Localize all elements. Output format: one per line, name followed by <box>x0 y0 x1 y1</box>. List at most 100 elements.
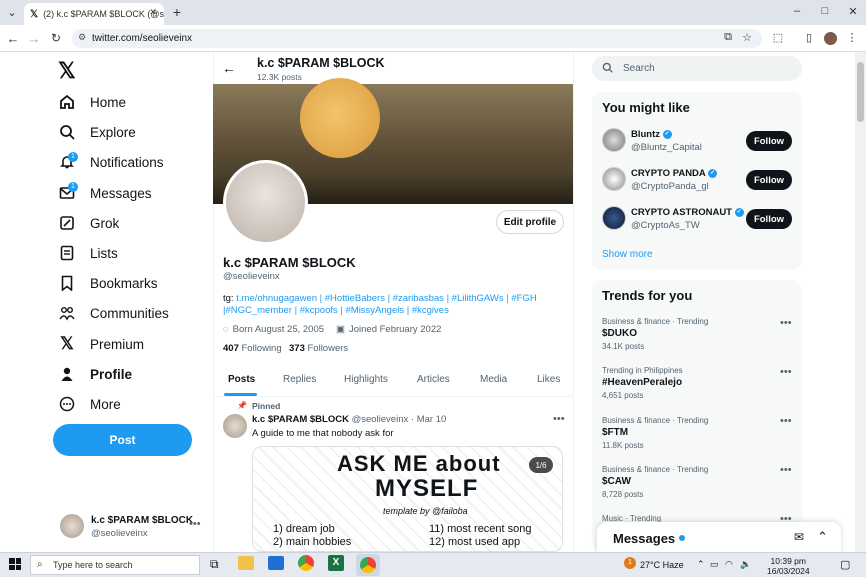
tab-media[interactable]: Media <box>480 374 507 392</box>
tweet-author-name[interactable]: k.c $PARAM $BLOCK <box>252 414 349 425</box>
back-icon[interactable]: ← <box>6 31 20 46</box>
mail-icon[interactable] <box>268 556 284 570</box>
edit-profile-button[interactable]: Edit profile <box>496 210 564 234</box>
suggestion-avatar[interactable] <box>602 128 626 152</box>
notification-center-icon[interactable]: ▢ <box>840 558 850 571</box>
sidebar-item-communities[interactable]: Communities <box>58 299 169 327</box>
tweet-menu-icon[interactable]: ••• <box>553 413 565 425</box>
account-menu-icon[interactable]: ••• <box>189 518 201 530</box>
suggestion-name[interactable]: CRYPTO ASTRONAUT ✓ <box>631 207 744 218</box>
taskbar-clock[interactable]: 10:39 pm 16/03/2024 <box>767 556 810 576</box>
trend-menu-icon[interactable]: ••• <box>780 464 792 476</box>
suggestion-avatar[interactable] <box>602 167 626 191</box>
sidebar-item-home[interactable]: Home <box>58 88 126 116</box>
sidebar-item-grok[interactable]: Grok <box>58 209 119 237</box>
sidebar-item-premium[interactable]: 𝕏 Premium <box>58 330 144 358</box>
sidebar-item-bookmarks[interactable]: Bookmarks <box>58 269 158 297</box>
tab-list-icon[interactable]: ⌄ <box>5 6 19 19</box>
bookmark-star-icon[interactable]: ☆ <box>740 31 754 44</box>
profile-avatar[interactable] <box>223 160 308 245</box>
tab-posts[interactable]: Posts <box>228 374 255 392</box>
messages-drawer[interactable]: Messages ✉ ⌃ <box>597 522 841 554</box>
suggestion-name-text: CRYPTO ASTRONAUT <box>631 207 732 218</box>
excel-icon[interactable]: X <box>328 555 344 571</box>
notifications-badge: 1 <box>68 152 78 162</box>
active-chrome-taskbar-item[interactable] <box>356 554 380 576</box>
x-logo-icon[interactable]: 𝕏 <box>58 58 80 83</box>
bio-links[interactable]: t.me/ohnugagawen | #HottieBabers | #zari… <box>236 293 536 304</box>
back-arrow-icon[interactable]: ← <box>222 60 236 76</box>
tweet-avatar[interactable] <box>223 414 247 438</box>
network-icon[interactable]: ▭ <box>710 559 719 570</box>
follow-button[interactable]: Follow <box>746 131 792 151</box>
suggestion-avatar[interactable] <box>602 206 626 230</box>
tab-close-icon[interactable]: ✕ <box>147 7 159 18</box>
volume-icon[interactable]: 🔈 <box>740 559 751 570</box>
trend-menu-icon[interactable]: ••• <box>780 415 792 427</box>
image-list-item: 2) main hobbies <box>273 536 352 548</box>
post-button[interactable]: Post <box>53 424 192 456</box>
browser-profile-avatar[interactable] <box>824 32 837 45</box>
new-message-icon[interactable]: ✉ <box>794 530 804 544</box>
file-explorer-icon[interactable] <box>238 556 254 570</box>
joined-text: Joined February 2022 <box>348 324 442 335</box>
tweet-date[interactable]: Mar 10 <box>417 414 447 425</box>
suggestion-name[interactable]: Bluntz ✓ <box>631 129 672 140</box>
tab-highlights[interactable]: Highlights <box>344 374 388 392</box>
suggestion-name[interactable]: CRYPTO PANDA ✓ <box>631 168 718 179</box>
sidebar-item-explore[interactable]: Explore <box>58 118 136 146</box>
sidebar-item-profile[interactable]: Profile <box>58 360 132 388</box>
profile-bio-line2[interactable]: |#NGC_member | #kcpoofs | #MissyAngels |… <box>223 305 449 316</box>
tweet-text: A guide to me that nobody ask for <box>252 428 394 439</box>
image-title-line1: ASK ME about <box>337 451 501 476</box>
tab-replies[interactable]: Replies <box>283 374 316 392</box>
maximize-button[interactable]: □ <box>818 5 832 17</box>
weather-text[interactable]: 27°C Haze <box>640 560 684 570</box>
extensions-icon[interactable]: ⬚ <box>771 31 785 44</box>
site-info-icon[interactable]: ⚙ <box>78 32 86 43</box>
install-icon[interactable]: ⧉ <box>721 31 735 44</box>
close-window-button[interactable]: ✕ <box>846 5 860 18</box>
taskbar-search-input[interactable]: ⌕ Type here to search <box>30 555 200 575</box>
trend-name[interactable]: $CAW <box>602 476 631 487</box>
new-tab-button[interactable]: + <box>170 4 184 20</box>
followers-link[interactable]: 373 Followers <box>289 343 348 354</box>
show-more-link[interactable]: Show more <box>602 249 653 260</box>
tweet-header: k.c $PARAM $BLOCK @seolieveinx · Mar 10 <box>252 414 446 425</box>
windows-start-icon[interactable] <box>9 558 21 570</box>
sidebar-item-label: Lists <box>90 245 118 261</box>
tab-likes[interactable]: Likes <box>537 374 560 392</box>
wifi-icon[interactable]: ◠ <box>725 559 733 570</box>
search-input[interactable]: Search <box>592 56 802 81</box>
browser-tab[interactable]: 𝕏 (2) k.c $PARAM $BLOCK (@seolieveinx) /… <box>24 3 164 25</box>
clock-date: 16/03/2024 <box>767 566 810 576</box>
chrome-icon[interactable] <box>298 555 314 571</box>
task-view-icon[interactable]: ⧉ <box>210 557 219 572</box>
forward-icon[interactable]: → <box>27 31 41 46</box>
side-panel-icon[interactable]: ▯ <box>802 31 816 44</box>
follow-button[interactable]: Follow <box>746 209 792 229</box>
minimize-button[interactable]: – <box>790 5 804 17</box>
trend-menu-icon[interactable]: ••• <box>780 366 792 378</box>
url-field[interactable]: ⚙ twitter.com/seolieveinx <box>72 29 762 48</box>
follow-button[interactable]: Follow <box>746 170 792 190</box>
reload-icon[interactable]: ↻ <box>49 31 63 45</box>
trend-name[interactable]: $FTM <box>602 427 628 438</box>
page-scrollbar[interactable] <box>855 52 866 552</box>
search-icon: ⌕ <box>37 559 43 570</box>
account-avatar[interactable] <box>60 514 84 538</box>
tab-articles[interactable]: Articles <box>417 374 450 392</box>
following-link[interactable]: 407 Following <box>223 343 282 354</box>
tweet-image[interactable]: ASK ME about MYSELF template by @failoba… <box>252 446 563 552</box>
trend-name[interactable]: $DUKO <box>602 328 637 339</box>
trend-name[interactable]: #HeavenPeralejo <box>602 377 682 388</box>
scrollbar-thumb[interactable] <box>857 62 864 122</box>
tray-expand-icon[interactable]: ⌃ <box>697 559 705 570</box>
sidebar-item-lists[interactable]: Lists <box>58 239 118 267</box>
image-list-right: 11) most recent song 12) most used app <box>429 523 532 549</box>
trend-menu-icon[interactable]: ••• <box>780 317 792 329</box>
browser-menu-icon[interactable]: ⋮ <box>845 31 859 44</box>
expand-drawer-icon[interactable]: ⌃ <box>817 529 828 545</box>
clock-time: 10:39 pm <box>770 556 806 566</box>
sidebar-item-more[interactable]: More <box>58 390 121 418</box>
